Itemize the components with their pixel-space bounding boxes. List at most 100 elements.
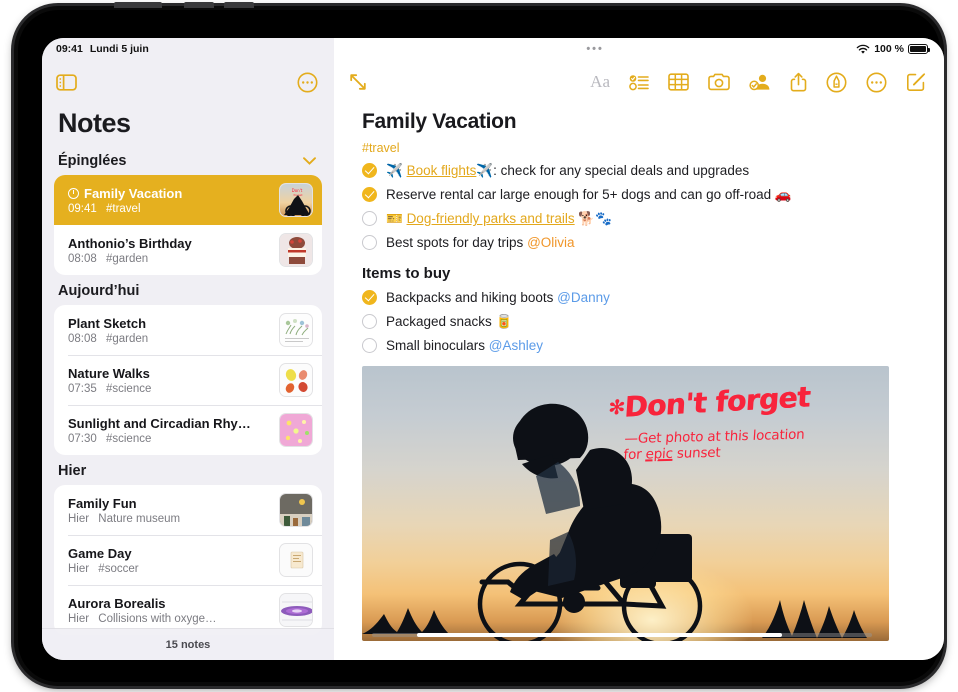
cyclist-sunset-photo[interactable]: ✻Don't forget —Get photo at this locatio…	[362, 366, 889, 641]
sidebar-toolbar	[42, 60, 334, 104]
compose-icon[interactable]	[906, 72, 926, 92]
note-time: 08:08	[68, 252, 97, 265]
checklist-item[interactable]: 🎫 Dog-friendly parks and trails 🐕🐾	[362, 210, 944, 227]
ink-line1a: —Get photo at this	[624, 427, 754, 448]
note-tag: #soccer	[98, 562, 139, 575]
note-time: Hier	[68, 612, 90, 625]
checklist-text: Small binoculars @Ashley	[386, 337, 543, 354]
checkbox-checked[interactable]	[362, 290, 377, 305]
note-content[interactable]: Family Vacation #travel ✈️ Book flights✈…	[334, 104, 944, 660]
checkbox-unchecked[interactable]	[362, 211, 377, 226]
chevron-down-icon[interactable]	[303, 157, 316, 165]
cake-thumb	[279, 233, 313, 267]
share-icon[interactable]	[790, 72, 807, 92]
photo-horizontal-scrollbar[interactable]	[372, 633, 872, 637]
checklist-travel: ✈️ Book flights✈️: check for any special…	[362, 162, 944, 251]
checkbox-unchecked[interactable]	[362, 314, 377, 329]
mention-ashley[interactable]: @Ashley	[489, 338, 543, 353]
checkbox-unchecked[interactable]	[362, 338, 377, 353]
note-tag: #garden	[105, 332, 149, 345]
group-header-pinned[interactable]: Épinglées	[42, 145, 334, 175]
list-item[interactable]: Family Vacation 09:41 #travel Don't	[54, 175, 322, 225]
checklist-item[interactable]: Backpacks and hiking boots @Danny	[362, 289, 944, 306]
checklist-item[interactable]: Reserve rental car large enough for 5+ d…	[362, 186, 944, 203]
checkbox-unchecked[interactable]	[362, 235, 377, 250]
sidebar-toggle-icon[interactable]	[56, 73, 77, 91]
status-bar-right: 100 %	[856, 38, 944, 60]
ink-line2-underlined: epic	[645, 445, 674, 463]
checklist-text: Packaged snacks 🥫	[386, 314, 513, 329]
checklist-text: 🎫 Dog-friendly parks and trails 🐕🐾	[386, 210, 612, 227]
checklist-item[interactable]: Small binoculars @Ashley	[362, 337, 944, 354]
group-header-today: Aujourd’hui	[42, 275, 334, 305]
list-item[interactable]: Sunlight and Circadian Rhy… 07:30 #scien…	[54, 405, 322, 455]
checklist-items-to-buy: Backpacks and hiking boots @Danny Packag…	[362, 289, 944, 354]
volume-down-button[interactable]	[224, 2, 254, 8]
list-item[interactable]: Family Fun Hier Nature museum	[54, 485, 322, 535]
note-title: Plant Sketch	[68, 315, 147, 331]
cyclist-sunset-thumb: Don't forget	[279, 183, 313, 217]
note-time: 07:30	[68, 432, 97, 445]
note-title: Family Fun	[68, 495, 137, 511]
notes-list-scroll[interactable]: Épinglées Family Vacation 09:41 #travel …	[42, 145, 334, 660]
format-text-icon[interactable]: Aa	[590, 72, 610, 92]
note-time: 07:35	[68, 382, 97, 395]
emoji-plane: ✈️	[476, 163, 494, 178]
page-title: Notes	[58, 108, 131, 138]
volume-up-button[interactable]	[184, 2, 214, 8]
note-toolbar: Aa	[334, 60, 944, 104]
more-circle-icon[interactable]	[297, 72, 318, 93]
checklist-text: ✈️ Book flights✈️: check for any special…	[386, 162, 749, 179]
checklist-item[interactable]: ✈️ Book flights✈️: check for any special…	[362, 162, 944, 179]
status-bar-left: 09:41 Lundi 5 juin	[42, 38, 334, 60]
battery-percent: 100 %	[874, 43, 904, 55]
note-tag: #science	[105, 382, 152, 395]
note-hashtag[interactable]: #travel	[362, 141, 944, 155]
note-time: Hier	[68, 562, 90, 575]
list-item[interactable]: Anthonio’s Birthday 08:08 #garden	[54, 225, 322, 275]
emoji-dog: 🐕🐾	[574, 211, 613, 226]
item-text: Backpacks and hiking boots	[386, 290, 558, 305]
add-person-icon[interactable]	[749, 73, 771, 91]
note-tag: Collisions with oxyge…	[98, 612, 217, 625]
markup-pen-icon[interactable]	[826, 72, 847, 93]
camera-icon[interactable]	[708, 73, 730, 91]
checklist-item[interactable]: Packaged snacks 🥫	[362, 313, 944, 330]
note-title: Game Day	[68, 545, 132, 561]
notes-group-today: Plant Sketch 08:08 #garden Nature Walks …	[54, 305, 322, 455]
note-tag: Nature museum	[98, 512, 181, 525]
checkbox-checked[interactable]	[362, 187, 377, 202]
notes-count: 15 notes	[165, 638, 211, 651]
item-text: Small binoculars	[386, 338, 489, 353]
note-time: 08:08	[68, 332, 97, 345]
ipad-screen: 09:41 Lundi 5 juin ••• 100 % Notes Éping…	[42, 38, 944, 660]
note-title: Sunlight and Circadian Rhy…	[68, 415, 251, 431]
note-title: Family Vacation	[84, 185, 183, 201]
group-label: Aujourd’hui	[58, 283, 140, 299]
note-heading: Family Vacation	[362, 110, 517, 133]
note-tag: #science	[105, 432, 152, 445]
checklist-item[interactable]: Best spots for day trips @Olivia	[362, 234, 944, 251]
mention-olivia[interactable]: @Olivia	[527, 235, 574, 250]
emoji-ticket: 🎫	[386, 211, 407, 226]
emoji-plane: ✈️	[386, 163, 407, 178]
multitask-handle[interactable]: •••	[334, 38, 857, 60]
list-item[interactable]: Nature Walks 07:35 #science	[54, 355, 322, 405]
notes-sidebar: Notes Épinglées Family Vacation 09:41 #t…	[42, 60, 334, 660]
table-icon[interactable]	[668, 73, 689, 91]
note-link[interactable]: Dog-friendly parks and trails	[407, 211, 575, 226]
checkbox-checked[interactable]	[362, 163, 377, 178]
checklist-icon[interactable]	[629, 74, 649, 91]
note-title: Anthonio’s Birthday	[68, 235, 192, 251]
ink-line1b: location	[752, 426, 806, 444]
list-item[interactable]: Plant Sketch 08:08 #garden	[54, 305, 322, 355]
power-button[interactable]	[114, 2, 162, 8]
group-label: Épinglées	[58, 153, 127, 169]
expand-diagonal-icon[interactable]	[348, 72, 368, 92]
note-link[interactable]: Book flights	[407, 163, 477, 178]
list-item[interactable]: Game Day Hier #soccer	[54, 535, 322, 585]
more-circle-icon[interactable]	[866, 72, 887, 93]
note-tag: #travel	[105, 202, 141, 215]
aurora-thumb	[279, 593, 313, 627]
mention-danny[interactable]: @Danny	[557, 290, 610, 305]
